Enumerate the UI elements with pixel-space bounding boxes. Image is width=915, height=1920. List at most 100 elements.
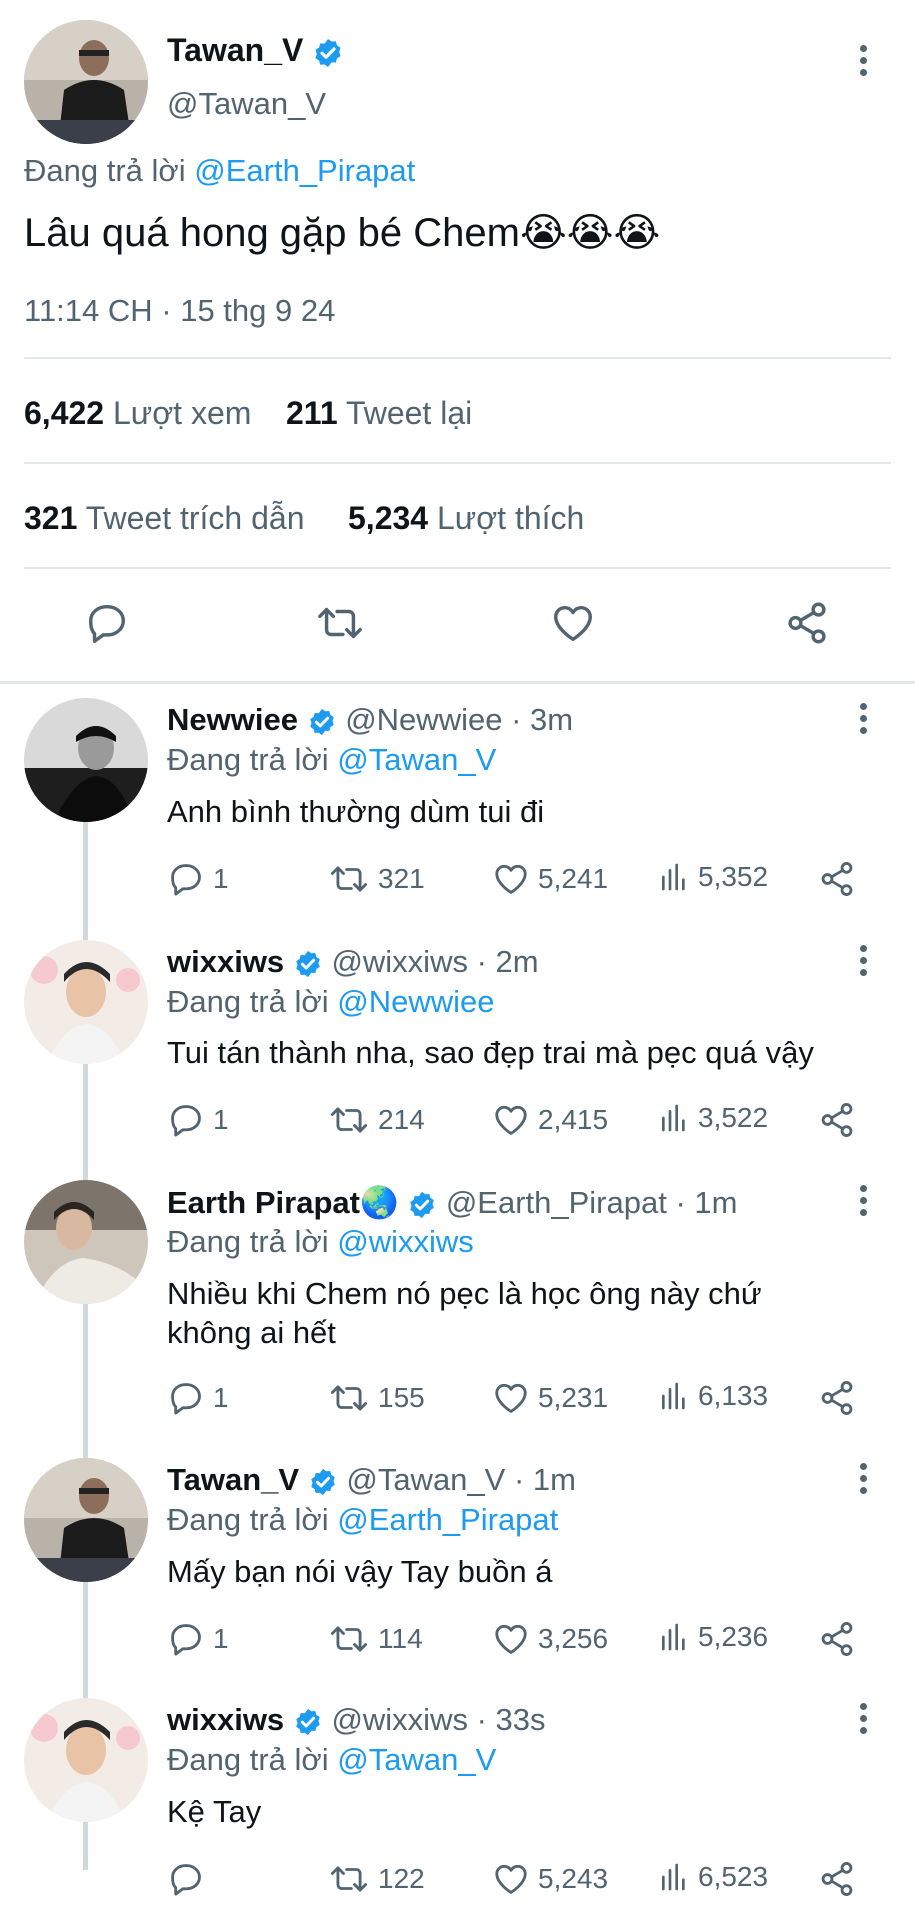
reply-time: · 2m bbox=[476, 944, 539, 979]
more-options-icon[interactable] bbox=[853, 1698, 873, 1738]
author-display-name[interactable]: Tawan_V bbox=[167, 32, 303, 68]
reply-to-link[interactable]: @Newwiee bbox=[337, 984, 494, 1019]
reply-icon bbox=[171, 1383, 201, 1415]
like-count: 5,231 bbox=[538, 1382, 609, 1413]
author-name-row[interactable]: Tawan_V bbox=[167, 32, 344, 69]
reply-time: · 3m bbox=[511, 702, 574, 737]
reply-handle[interactable]: @Earth_Pirapat bbox=[446, 1185, 667, 1220]
reply-icon bbox=[171, 1105, 201, 1137]
quotes-stat[interactable]: 321 Tweet trích dẫn bbox=[24, 500, 304, 537]
views-icon bbox=[662, 1863, 685, 1891]
views-action[interactable]: 5,236 bbox=[658, 1620, 768, 1654]
reply-icon bbox=[171, 864, 201, 896]
more-options-icon[interactable] bbox=[853, 940, 873, 980]
like-action[interactable]: 2,415 bbox=[492, 1101, 608, 1139]
verified-badge-icon bbox=[309, 708, 334, 735]
views-action[interactable]: 6,523 bbox=[658, 1860, 768, 1894]
avatar-photo bbox=[24, 698, 148, 822]
retweet-action[interactable]: 155 bbox=[328, 1379, 425, 1417]
like-button[interactable] bbox=[550, 600, 596, 651]
verified-badge-icon bbox=[296, 950, 320, 977]
divider bbox=[24, 357, 891, 359]
views-action[interactable]: 5,352 bbox=[658, 860, 768, 894]
divider bbox=[24, 567, 891, 569]
retweet-button[interactable] bbox=[314, 600, 366, 651]
reply-action[interactable]: 1 bbox=[167, 860, 229, 898]
views-count: 6,523 bbox=[698, 1861, 769, 1892]
divider bbox=[24, 462, 891, 464]
retweets-stat[interactable]: 211 Tweet lại bbox=[286, 395, 472, 432]
like-icon bbox=[495, 1864, 527, 1894]
retweet-action[interactable]: 122 bbox=[328, 1860, 425, 1898]
section-divider bbox=[0, 681, 915, 684]
more-options-icon[interactable] bbox=[853, 40, 873, 80]
reply-handle[interactable]: @Tawan_V bbox=[346, 1462, 505, 1497]
retweet-action[interactable]: 214 bbox=[328, 1101, 425, 1139]
views-action[interactable]: 3,522 bbox=[658, 1101, 768, 1135]
verified-badge-icon bbox=[315, 38, 341, 67]
like-action[interactable]: 5,231 bbox=[492, 1379, 608, 1417]
like-action[interactable]: 5,241 bbox=[492, 860, 608, 898]
reply-button[interactable] bbox=[84, 600, 130, 651]
reply-prefix: Đang trả lời bbox=[24, 153, 186, 188]
reply-action[interactable]: 1 bbox=[167, 1379, 229, 1417]
retweet-count: 214 bbox=[378, 1104, 425, 1135]
reply-handle[interactable]: @wixxiws bbox=[331, 1702, 468, 1737]
reply-to-link[interactable]: @Earth_Pirapat bbox=[337, 1502, 558, 1537]
reply-prefix: Đang trả lời bbox=[167, 742, 329, 777]
reply-to-link[interactable]: @wixxiws bbox=[337, 1224, 474, 1259]
reply-display-name[interactable]: Newwiee bbox=[167, 702, 298, 737]
retweet-action[interactable]: 114 bbox=[328, 1620, 423, 1658]
share-action[interactable] bbox=[818, 1379, 856, 1417]
retweet-icon bbox=[330, 1385, 368, 1411]
views-stat[interactable]: 6,422 Lượt xem bbox=[24, 395, 251, 432]
avatar-photo bbox=[24, 940, 148, 1064]
reply-to-link[interactable]: @Tawan_V bbox=[337, 742, 496, 777]
reply-action[interactable] bbox=[167, 1860, 213, 1898]
reply-text: Kệ Tay bbox=[167, 1794, 262, 1829]
reply-action[interactable]: 1 bbox=[167, 1101, 229, 1139]
tweet-timestamp[interactable]: 11:14 CH · 15 thg 9 24 bbox=[24, 293, 335, 329]
reply-icon bbox=[88, 604, 126, 643]
likes-stat[interactable]: 5,234 Lượt thích bbox=[348, 500, 584, 537]
reply-display-name[interactable]: wixxiws bbox=[167, 1702, 284, 1737]
more-options-icon[interactable] bbox=[853, 1180, 873, 1220]
like-action[interactable]: 5,243 bbox=[492, 1860, 608, 1898]
avatar[interactable] bbox=[24, 1180, 148, 1304]
share-action[interactable] bbox=[818, 860, 856, 898]
reply-display-name[interactable]: Tawan_V bbox=[167, 1462, 299, 1497]
quotes-label: Tweet trích dẫn bbox=[85, 500, 305, 536]
reply-action[interactable]: 1 bbox=[167, 1620, 229, 1658]
avatar[interactable] bbox=[24, 698, 148, 822]
more-options-icon[interactable] bbox=[853, 1458, 873, 1498]
share-action[interactable] bbox=[818, 1101, 856, 1139]
verified-badge-icon bbox=[410, 1191, 434, 1218]
share-button[interactable] bbox=[784, 600, 830, 651]
views-action[interactable]: 6,133 bbox=[658, 1379, 768, 1413]
views-icon bbox=[662, 863, 685, 891]
like-action[interactable]: 3,256 bbox=[492, 1620, 608, 1658]
views-count: 3,522 bbox=[698, 1102, 769, 1133]
avatar[interactable] bbox=[24, 940, 148, 1064]
retweet-action[interactable]: 321 bbox=[328, 860, 425, 898]
avatar[interactable] bbox=[24, 1458, 148, 1582]
like-count: 2,415 bbox=[538, 1104, 609, 1135]
views-icon bbox=[662, 1104, 685, 1132]
reply-to-link[interactable]: @Earth_Pirapat bbox=[194, 153, 415, 188]
reply-text-line-2: không ai hết bbox=[167, 1315, 336, 1350]
reply-icon bbox=[171, 1624, 201, 1656]
author-handle[interactable]: @Tawan_V bbox=[167, 86, 326, 122]
reply-to-link[interactable]: @Tawan_V bbox=[337, 1742, 496, 1777]
share-icon bbox=[821, 1622, 853, 1656]
more-options-icon[interactable] bbox=[853, 698, 873, 738]
reply-display-name[interactable]: wixxiws bbox=[167, 944, 284, 979]
share-action[interactable] bbox=[818, 1860, 856, 1898]
share-action[interactable] bbox=[818, 1620, 856, 1658]
reply-handle[interactable]: @Newwiee bbox=[345, 702, 502, 737]
reply-handle[interactable]: @wixxiws bbox=[331, 944, 468, 979]
like-count: 5,243 bbox=[538, 1863, 609, 1894]
avatar[interactable] bbox=[24, 20, 148, 144]
reply-display-name[interactable]: Earth Pirapat bbox=[167, 1185, 360, 1220]
crying-emoji: 😭😭😭 bbox=[519, 211, 661, 255]
avatar[interactable] bbox=[24, 1698, 148, 1822]
